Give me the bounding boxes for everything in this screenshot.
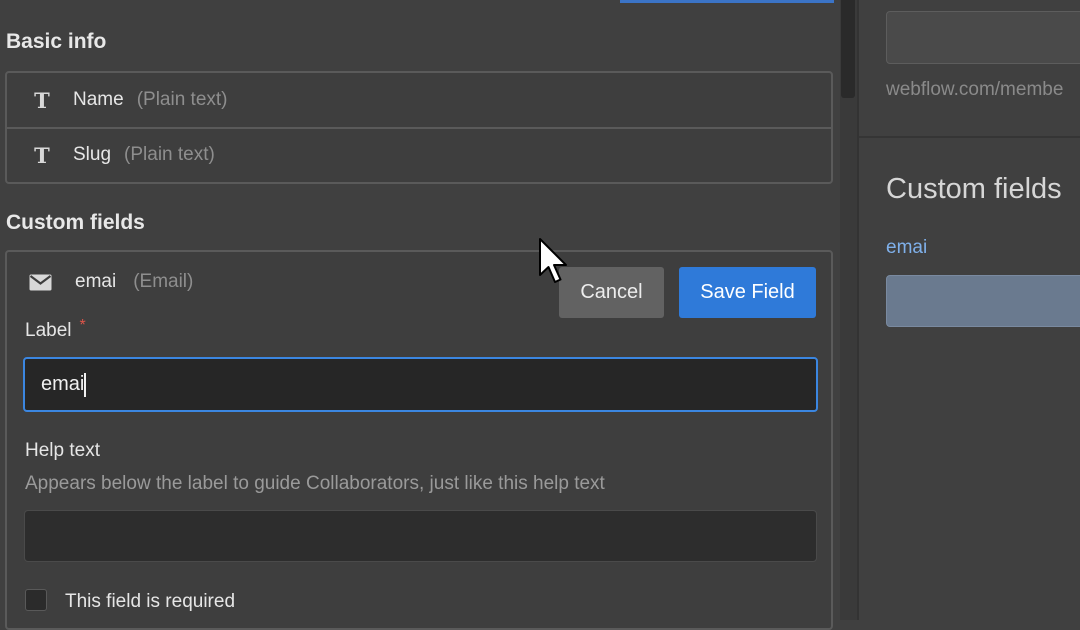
field-name: Slug [73, 144, 112, 165]
mouse-pointer-icon [539, 238, 567, 283]
field-settings-panel: Basic info T Name (Plain text) T Slug (P… [0, 0, 840, 630]
label-title-text: Label [25, 320, 72, 341]
help-text-input[interactable] [24, 510, 817, 562]
scrollbar-thumb[interactable] [841, 0, 855, 98]
help-text-description: Appears below the label to guide Collabo… [25, 473, 605, 494]
label-input[interactable]: emai [23, 357, 818, 412]
save-field-button[interactable]: Save Field [679, 267, 816, 318]
preview-field-label: emai [886, 237, 928, 258]
field-name: Name [73, 89, 124, 110]
field-row-slug[interactable]: T Slug (Plain text) [7, 127, 831, 181]
field-type: (Plain text) [124, 144, 215, 165]
custom-fields-heading: Custom fields [6, 211, 145, 234]
label-input-value: emai [41, 373, 85, 395]
required-checkbox[interactable] [25, 589, 47, 611]
required-checkbox-label[interactable]: This field is required [65, 591, 235, 613]
top-accent-bar [620, 0, 834, 3]
preview-custom-fields-heading: Custom fields [886, 173, 1062, 205]
field-row-name[interactable]: T Name (Plain text) [7, 73, 831, 127]
envelope-icon [29, 274, 53, 291]
editing-field-name: emai [75, 271, 117, 292]
preview-panel: webflow.com/membe Custom fields emai [857, 0, 1080, 620]
help-text-title: Help text [25, 440, 100, 461]
preview-input[interactable] [886, 11, 1080, 64]
cancel-button[interactable]: Cancel [559, 267, 664, 318]
text-caret [84, 372, 87, 397]
preview-divider [859, 136, 1080, 138]
required-asterisk: * [79, 317, 86, 334]
basic-info-heading: Basic info [6, 30, 107, 53]
editing-field-type: (Email) [133, 271, 194, 292]
label-field-title: Label * [25, 317, 86, 342]
basic-info-card: T Name (Plain text) T Slug (Plain text) [5, 71, 833, 184]
preview-url: webflow.com/membe [886, 79, 1064, 100]
preview-email-input[interactable] [886, 275, 1080, 327]
text-type-icon: T [34, 87, 50, 113]
field-type: (Plain text) [136, 89, 228, 110]
text-type-icon: T [34, 142, 50, 168]
